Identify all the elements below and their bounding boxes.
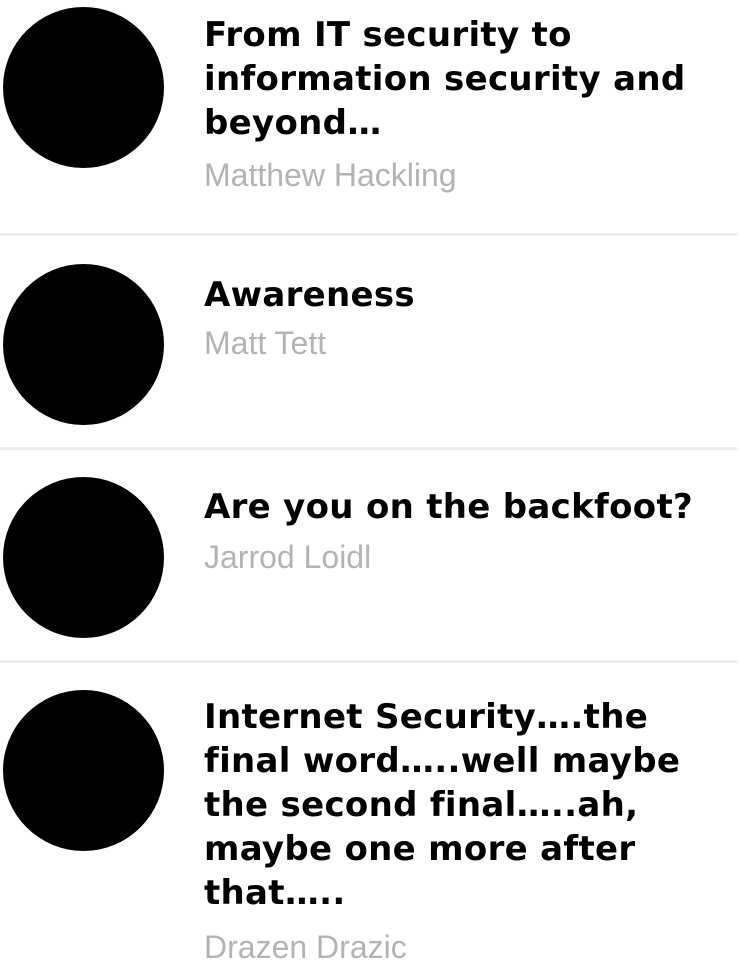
author-name[interactable]: Drazen Drazic	[204, 927, 734, 967]
author-name[interactable]: Jarrod Loidl	[204, 537, 734, 577]
divider	[0, 660, 737, 663]
list-item-text: Are you on the backfoot? Jarrod Loidl	[204, 485, 734, 577]
author-name[interactable]: Matthew Hackling	[204, 155, 734, 195]
article-title[interactable]: Awareness	[204, 273, 734, 317]
list-item-text: From IT security to information security…	[204, 13, 734, 195]
divider	[0, 233, 737, 236]
author-avatar[interactable]	[3, 264, 164, 425]
list-item-text: Internet Security….the final word…..well…	[204, 695, 734, 967]
author-name[interactable]: Matt Tett	[204, 323, 734, 363]
author-avatar[interactable]	[3, 7, 164, 168]
article-title[interactable]: Are you on the backfoot?	[204, 485, 734, 529]
article-title[interactable]: Internet Security….the final word…..well…	[204, 695, 734, 915]
divider	[0, 447, 737, 450]
author-avatar[interactable]	[3, 477, 164, 638]
article-title[interactable]: From IT security to information security…	[204, 13, 734, 145]
list-item-text: Awareness Matt Tett	[204, 273, 734, 363]
author-avatar[interactable]	[3, 690, 164, 851]
